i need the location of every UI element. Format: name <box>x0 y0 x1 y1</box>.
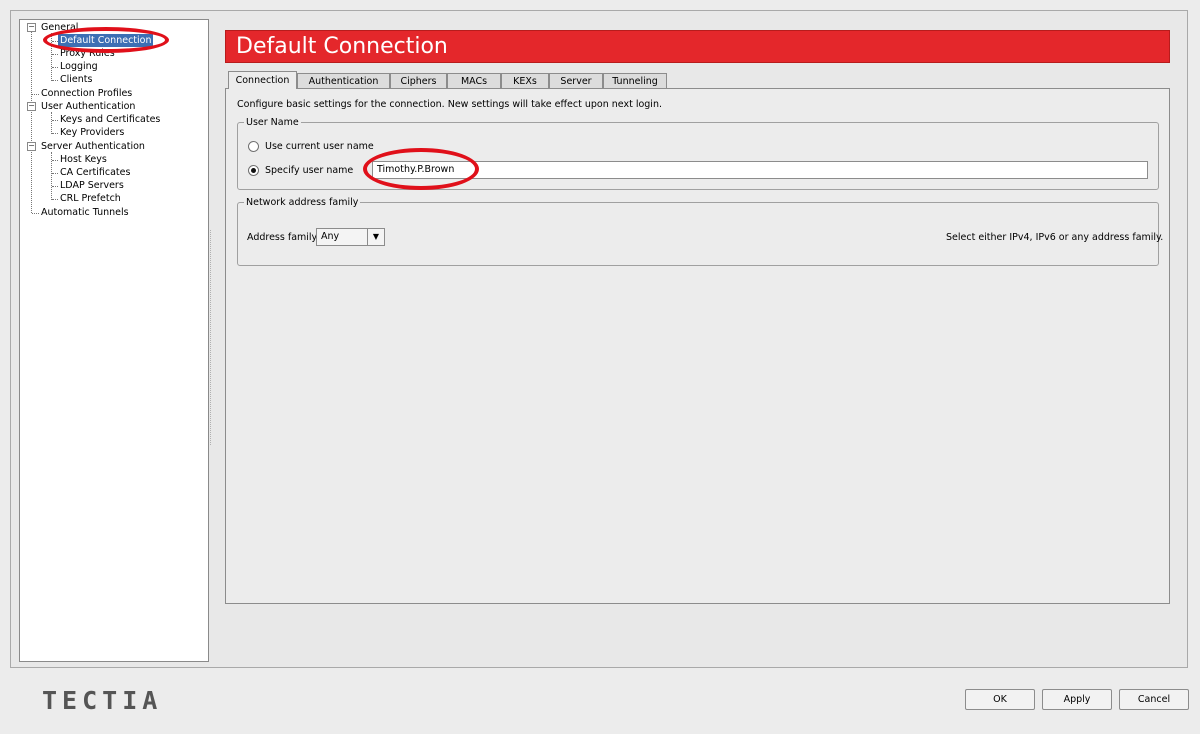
user-name-group-title: User Name <box>244 117 301 128</box>
address-family-label: Address family <box>247 232 318 243</box>
apply-button[interactable]: Apply <box>1042 689 1112 710</box>
tab-ciphers[interactable]: Ciphers <box>390 73 447 88</box>
connection-description: Configure basic settings for the connect… <box>237 99 662 110</box>
tab-macs[interactable]: MACs <box>447 73 501 88</box>
tree-line <box>51 112 52 134</box>
tree-line <box>32 213 39 214</box>
collapse-icon[interactable]: − <box>27 142 36 151</box>
settings-tree[interactable]: − − − General Default Connection Proxy R… <box>19 19 209 662</box>
tab-connection[interactable]: Connection <box>228 71 297 89</box>
tree-item-proxy-rules[interactable]: Proxy Rules <box>58 47 117 60</box>
address-family-value: Any <box>321 231 340 242</box>
network-address-group-title: Network address family <box>244 197 361 208</box>
specify-user-label[interactable]: Specify user name <box>265 165 353 177</box>
user-name-input[interactable]: Timothy.P.Brown <box>372 161 1148 179</box>
tree-item-automatic-tunnels[interactable]: Automatic Tunnels <box>39 206 131 219</box>
tree-line <box>31 28 32 213</box>
specify-user-radio[interactable] <box>248 165 259 176</box>
tectia-logo: TECTIA <box>42 686 163 715</box>
tree-item-ldap-servers[interactable]: LDAP Servers <box>58 179 126 192</box>
tree-item-general[interactable]: General <box>39 21 80 34</box>
ok-button[interactable]: OK <box>965 689 1035 710</box>
page-title: Default Connection <box>225 30 1170 63</box>
use-current-user-radio[interactable] <box>248 141 259 152</box>
tab-authentication[interactable]: Authentication <box>297 73 390 88</box>
tree-item-crl-prefetch[interactable]: CRL Prefetch <box>58 192 123 205</box>
collapse-icon[interactable]: − <box>27 102 36 111</box>
tree-line <box>32 94 39 95</box>
tab-kexs[interactable]: KEXs <box>501 73 549 88</box>
tree-item-user-authentication[interactable]: User Authentication <box>39 100 137 113</box>
collapse-icon[interactable]: − <box>27 23 36 32</box>
tab-server[interactable]: Server <box>549 73 603 88</box>
splitter-handle[interactable] <box>210 230 213 445</box>
tree-item-ca-certificates[interactable]: CA Certificates <box>58 166 132 179</box>
tree-item-connection-profiles[interactable]: Connection Profiles <box>39 87 134 100</box>
chevron-down-icon[interactable]: ▼ <box>367 229 384 245</box>
tree-item-logging[interactable]: Logging <box>58 60 100 73</box>
tab-tunneling[interactable]: Tunneling <box>603 73 667 88</box>
tree-item-server-authentication[interactable]: Server Authentication <box>39 140 147 153</box>
tree-item-host-keys[interactable]: Host Keys <box>58 153 109 166</box>
tree-item-key-providers[interactable]: Key Providers <box>58 126 126 139</box>
address-family-hint: Select either IPv4, IPv6 or any address … <box>946 232 1164 243</box>
tree-item-clients[interactable]: Clients <box>58 73 94 86</box>
user-name-group <box>237 122 1159 190</box>
cancel-button[interactable]: Cancel <box>1119 689 1189 710</box>
use-current-user-label[interactable]: Use current user name <box>265 141 374 153</box>
address-family-select[interactable]: Any ▼ <box>316 228 385 246</box>
tree-item-keys-and-certificates[interactable]: Keys and Certificates <box>58 113 162 126</box>
tree-item-default-connection[interactable]: Default Connection <box>58 34 154 47</box>
